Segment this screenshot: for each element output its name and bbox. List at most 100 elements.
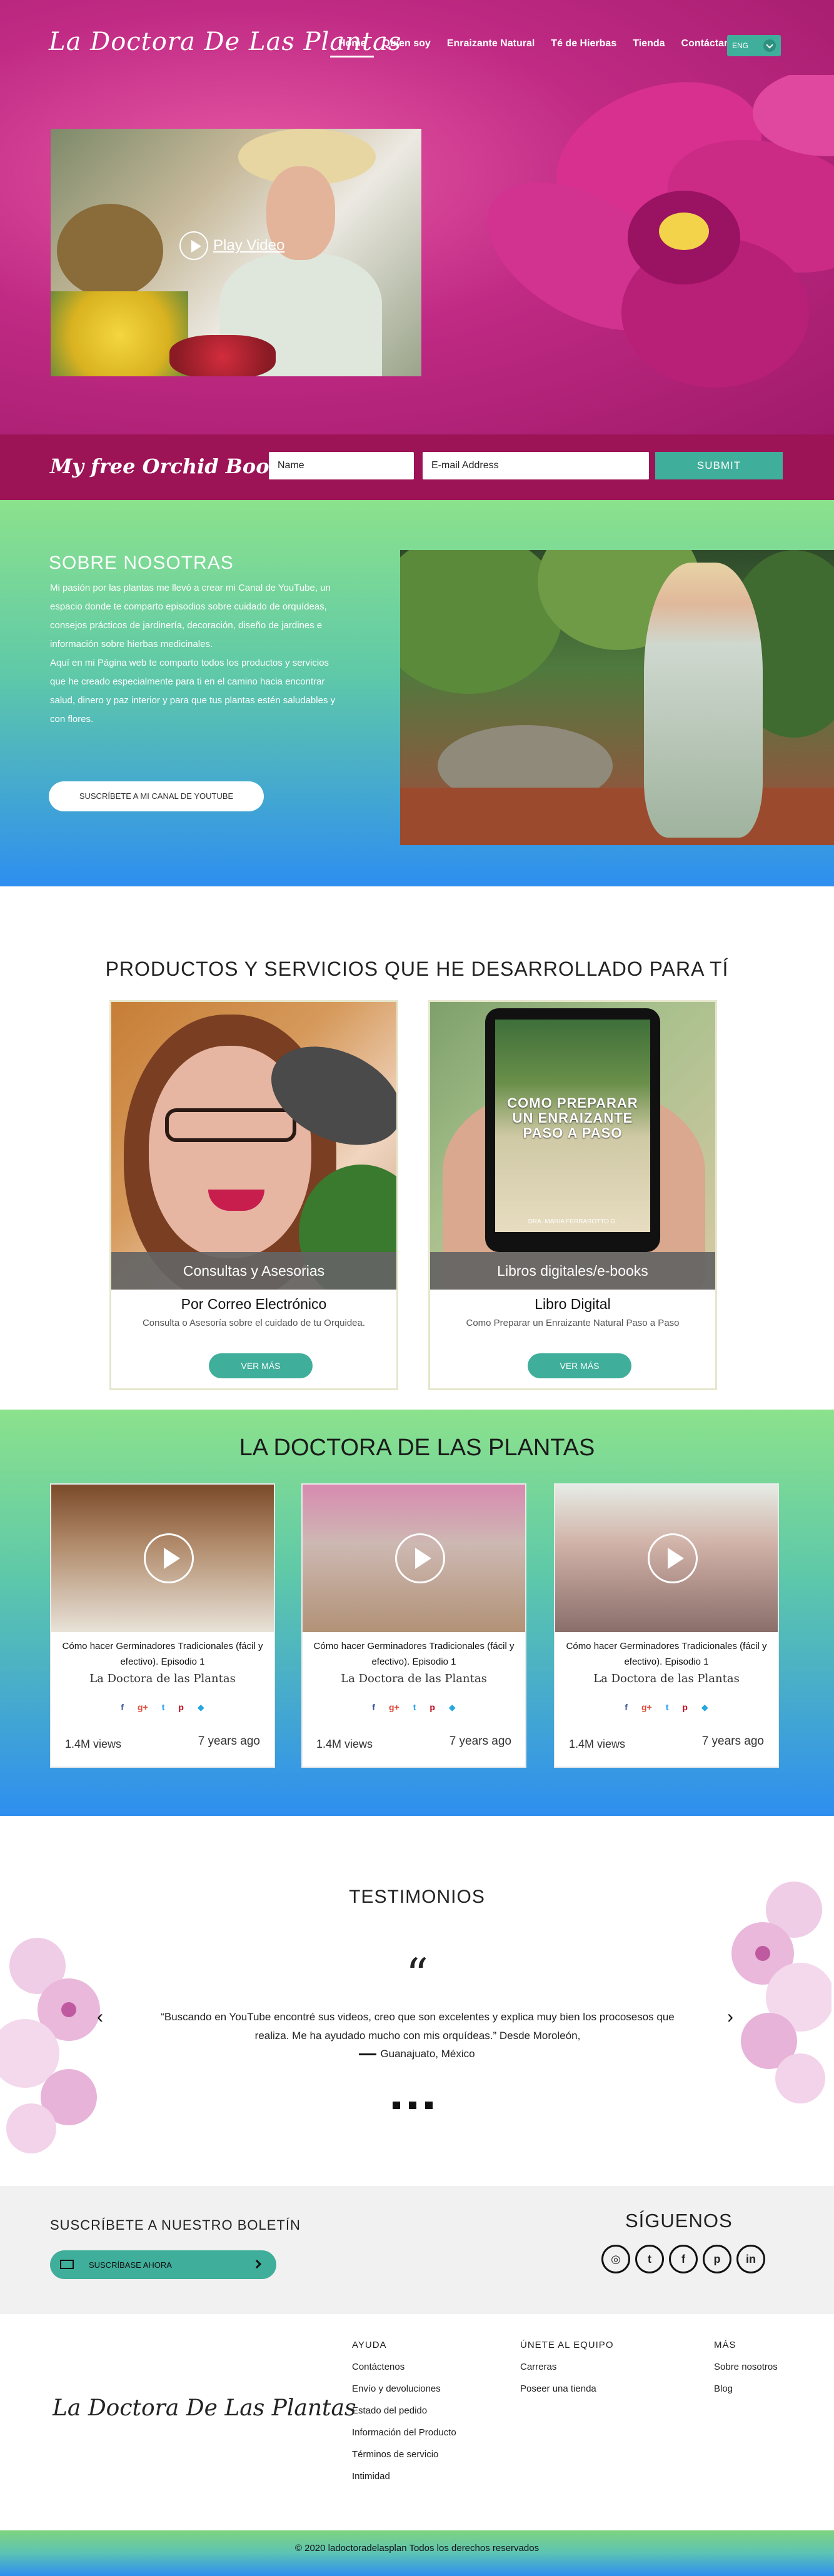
footer-link-contactenos[interactable]: Contáctenos — [352, 2356, 456, 2378]
language-value: ENG — [732, 41, 749, 50]
video-thumbnail[interactable] — [303, 1485, 525, 1632]
twitter-icon[interactable]: t — [635, 2245, 664, 2273]
about-paragraph-2: Aquí en mi Página web te comparto todos … — [50, 658, 336, 724]
video-card[interactable]: Cómo hacer Germinadores Tradicionales (f… — [301, 1483, 526, 1768]
subscribe-label: SUSCRÍBASE AHORA — [89, 2260, 172, 2270]
video-thumbnail[interactable] — [555, 1485, 778, 1632]
footer-link-carreras[interactable]: Carreras — [520, 2356, 613, 2378]
video-red-flowers — [169, 335, 276, 376]
nav-home[interactable]: Home — [330, 36, 374, 58]
footer-more-title: MÁS — [714, 2340, 736, 2350]
video-title[interactable]: Cómo hacer Germinadores Tradicionales (f… — [561, 1638, 771, 1670]
facebook-icon[interactable]: f — [372, 1702, 375, 1713]
pinterest-icon[interactable]: p — [682, 1702, 688, 1713]
footer-link-informacion[interactable]: Información del Producto — [352, 2422, 456, 2443]
play-icon[interactable] — [648, 1533, 698, 1583]
copyright-bar: © 2020 ladoctoradelasplan Todos los dere… — [0, 2530, 834, 2576]
email-input[interactable] — [423, 452, 649, 479]
prev-arrow-icon[interactable]: ‹ — [97, 2007, 103, 2028]
product-card-consultas: Consultas y Asesorias Por Correo Electró… — [109, 1000, 398, 1390]
video-thumbnail[interactable] — [51, 1485, 274, 1632]
footer-link-estado-pedido[interactable]: Estado del pedido — [352, 2400, 456, 2422]
facebook-icon[interactable]: f — [121, 1702, 124, 1713]
video-channel: La Doctora de las Plantas — [593, 1672, 740, 1685]
video-title[interactable]: Cómo hacer Germinadores Tradicionales (f… — [309, 1638, 519, 1670]
product-card-libros: COMO PREPARAR UN ENRAIZANTE PASO A PASO … — [428, 1000, 717, 1390]
footer-link-poseer-tienda[interactable]: Poseer una tienda — [520, 2378, 613, 2400]
drop-icon[interactable]: ◆ — [198, 1702, 204, 1713]
product-heading: Libro Digital — [535, 1296, 611, 1312]
share-icons: f g+ t p ◆ — [555, 1702, 778, 1713]
footer-link-sobre-nosotros[interactable]: Sobre nosotros — [714, 2356, 778, 2378]
chevron-right-icon — [252, 2259, 262, 2269]
twitter-icon[interactable]: t — [413, 1702, 416, 1713]
video-card[interactable]: Cómo hacer Germinadores Tradicionales (f… — [554, 1483, 779, 1768]
linkedin-icon[interactable]: in — [736, 2245, 765, 2273]
follow-title: SÍGUENOS — [625, 2210, 733, 2232]
footer-team-title: ÚNETE AL EQUIPO — [520, 2340, 614, 2350]
carousel-dots — [393, 2102, 433, 2109]
follow-icons: ◎ t f p in — [601, 2245, 765, 2273]
language-select[interactable]: ENG — [727, 35, 781, 56]
product-description: Consulta o Asesoría sobre el cuidado de … — [142, 1318, 366, 1328]
about-section: SOBRE NOSOTRAS Mi pasión por las plantas… — [0, 500, 834, 886]
share-icons: f g+ t p ◆ — [303, 1702, 525, 1713]
facebook-icon[interactable]: f — [669, 2245, 698, 2273]
twitter-icon[interactable]: t — [666, 1702, 669, 1713]
footer-link-envio[interactable]: Envío y devoluciones — [352, 2378, 456, 2400]
video-age: 7 years ago — [449, 1735, 511, 1748]
product-image-consultas: Consultas y Asesorias — [111, 1002, 396, 1290]
pinterest-icon[interactable]: p — [703, 2245, 731, 2273]
footer-link-terminos[interactable]: Términos de servicio — [352, 2443, 456, 2465]
product-description: Como Preparar un Enraizante Natural Paso… — [466, 1318, 680, 1328]
google-plus-icon[interactable]: g+ — [138, 1702, 148, 1713]
hero-video[interactable]: Play Video — [51, 129, 421, 376]
drop-icon[interactable]: ◆ — [701, 1702, 708, 1713]
pinterest-icon[interactable]: p — [178, 1702, 184, 1713]
twitter-icon[interactable]: t — [162, 1702, 165, 1713]
google-plus-icon[interactable]: g+ — [389, 1702, 399, 1713]
video-views: 1.4M views — [316, 1738, 373, 1750]
product-heading: Por Correo Electrónico — [181, 1296, 327, 1312]
footer-link-blog[interactable]: Blog — [714, 2378, 778, 2400]
product-image-libros: COMO PREPARAR UN ENRAIZANTE PASO A PASO … — [430, 1002, 715, 1290]
subscribe-newsletter-button[interactable]: SUSCRÍBASE AHORA — [50, 2250, 276, 2279]
carousel-dot[interactable] — [425, 2102, 433, 2109]
instagram-icon[interactable]: ◎ — [601, 2245, 630, 2273]
drop-icon[interactable]: ◆ — [449, 1702, 456, 1713]
nav-enraizante-natural[interactable]: Enraizante Natural — [439, 36, 543, 58]
play-video-button[interactable]: Play Video — [179, 231, 284, 260]
footer-link-intimidad[interactable]: Intimidad — [352, 2465, 456, 2487]
nav-tienda[interactable]: Tienda — [625, 36, 673, 58]
page: La Doctora De Las Plantas Home Quien soy… — [0, 0, 834, 2576]
quote-icon: “ — [406, 1949, 428, 2000]
pinterest-icon[interactable]: p — [430, 1702, 435, 1713]
submit-button[interactable]: SUBMIT — [655, 452, 783, 479]
subscribe-youtube-button[interactable]: SUSCRÍBETE A MI CANAL DE YOUTUBE — [49, 781, 264, 811]
video-age: 7 years ago — [198, 1735, 260, 1748]
testimonials-title: TESTIMONIOS — [349, 1887, 485, 1907]
ver-mas-button[interactable]: VER MÁS — [528, 1353, 631, 1378]
ver-mas-button[interactable]: VER MÁS — [209, 1353, 313, 1378]
video-title[interactable]: Cómo hacer Germinadores Tradicionales (f… — [58, 1638, 268, 1670]
orchid-book-form: My free Orchid Book now SUBMIT — [0, 434, 834, 500]
carousel-dot[interactable] — [393, 2102, 400, 2109]
next-arrow-icon[interactable]: › — [727, 2007, 733, 2028]
nav-quien-soy[interactable]: Quien soy — [374, 36, 438, 58]
play-icon[interactable] — [395, 1533, 445, 1583]
orchid-illustration — [487, 75, 834, 388]
carousel-dot[interactable] — [409, 2102, 416, 2109]
play-icon[interactable] — [144, 1533, 194, 1583]
youtube-title: LA DOCTORA DE LAS PLANTAS — [239, 1435, 595, 1461]
testimonial-quote: “Buscando en YouTube encontré sus videos… — [161, 2011, 675, 2042]
footer-logo[interactable]: La Doctora De Las Plantas — [53, 2395, 356, 2421]
google-plus-icon[interactable]: g+ — [641, 1702, 652, 1713]
photo-woman — [644, 563, 763, 838]
photo-deck — [400, 788, 834, 845]
main-nav: Home Quien soy Enraizante Natural Té de … — [330, 36, 746, 58]
name-input[interactable] — [269, 452, 414, 479]
nav-te-de-hierbas[interactable]: Té de Hierbas — [543, 36, 625, 58]
video-card[interactable]: Cómo hacer Germinadores Tradicionales (f… — [50, 1483, 275, 1768]
hero-section: La Doctora De Las Plantas Home Quien soy… — [0, 0, 834, 434]
facebook-icon[interactable]: f — [625, 1702, 628, 1713]
